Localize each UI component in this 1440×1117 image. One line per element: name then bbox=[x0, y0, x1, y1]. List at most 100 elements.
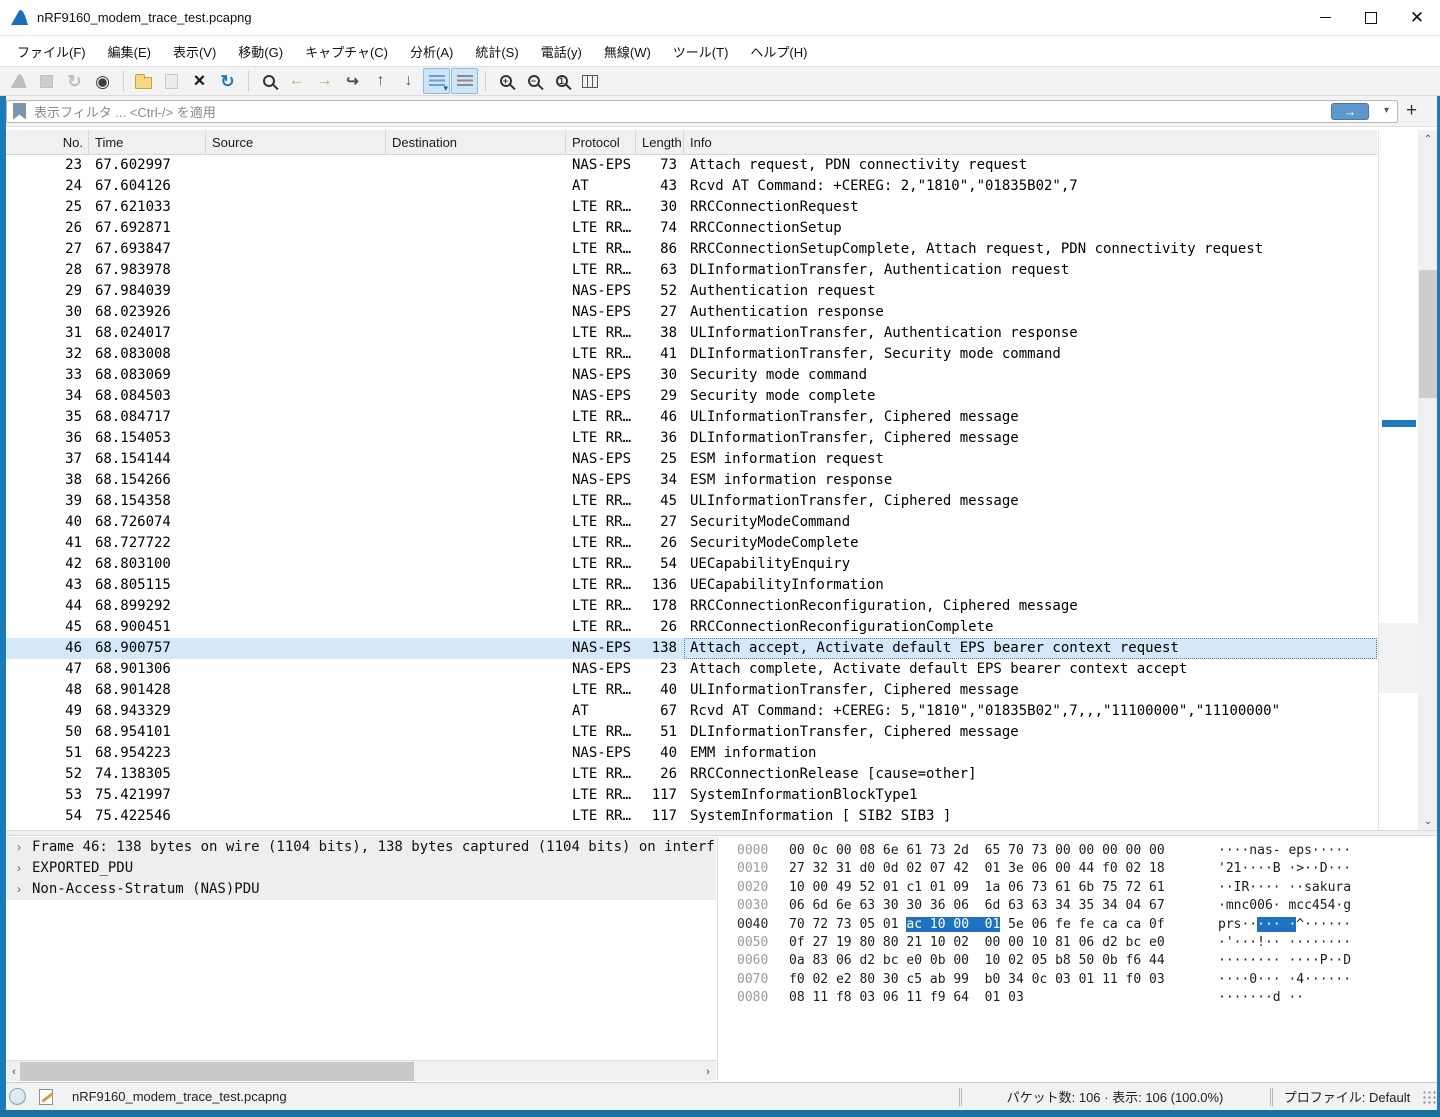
packet-row[interactable]: 4868.901428LTE RR…40ULInformationTransfe… bbox=[6, 680, 1377, 701]
packet-row[interactable]: 3668.154053LTE RR…36DLInformationTransfe… bbox=[6, 428, 1377, 449]
packet-row[interactable]: 5274.138305LTE RR…26RRCConnectionRelease… bbox=[6, 764, 1377, 785]
packet-row[interactable]: 4268.803100LTE RR…54UECapabilityEnquiry bbox=[6, 554, 1377, 575]
menu-item-telephony[interactable]: 電話(y) bbox=[530, 37, 593, 66]
menu-item-help[interactable]: ヘルプ(H) bbox=[739, 37, 818, 66]
scroll-up-icon[interactable]: ⌃ bbox=[1418, 130, 1438, 148]
open-file-icon[interactable] bbox=[130, 68, 157, 94]
expand-chevron-icon[interactable]: › bbox=[6, 837, 32, 858]
packet-row[interactable]: 3368.083069NAS-EPS30Security mode comman… bbox=[6, 365, 1377, 386]
packet-row[interactable]: 4068.726074LTE RR…27SecurityModeCommand bbox=[6, 512, 1377, 533]
packet-row[interactable]: 2667.692871LTE RR…74RRCConnectionSetup bbox=[6, 218, 1377, 239]
colorize-icon[interactable] bbox=[451, 68, 478, 94]
column-header-info[interactable]: Info bbox=[684, 130, 1377, 154]
hex-row[interactable]: 002010 00 49 52 01 c1 01 09 1a 06 73 61 … bbox=[737, 879, 1434, 897]
column-header-source[interactable]: Source bbox=[206, 130, 386, 154]
expert-info-icon[interactable] bbox=[9, 1088, 26, 1105]
filter-dropdown-icon[interactable]: ▾ bbox=[1384, 105, 1389, 116]
packet-row[interactable]: 3768.154144NAS-EPS25ESM information requ… bbox=[6, 449, 1377, 470]
column-header-time[interactable]: Time bbox=[89, 130, 206, 154]
autoscroll-icon[interactable] bbox=[423, 68, 450, 94]
capture-options-icon[interactable]: ◉ bbox=[89, 68, 116, 94]
profile-text[interactable]: プロファイル: Default bbox=[1272, 1087, 1422, 1106]
menu-item-capture[interactable]: キャプチャ(C) bbox=[294, 37, 399, 66]
menu-item-view[interactable]: 表示(V) bbox=[162, 37, 227, 66]
packet-row[interactable]: 5068.954101LTE RR…51DLInformationTransfe… bbox=[6, 722, 1377, 743]
menu-item-file[interactable]: ファイル(F) bbox=[6, 37, 97, 66]
menu-item-go[interactable]: 移動(G) bbox=[227, 37, 294, 66]
filter-bookmark-icon[interactable] bbox=[13, 103, 26, 120]
zoom-in-icon[interactable]: + bbox=[492, 68, 519, 94]
go-top-icon[interactable]: ↑ bbox=[367, 68, 394, 94]
scrollbar-thumb[interactable] bbox=[1419, 270, 1437, 398]
menu-item-wireless[interactable]: 無線(W) bbox=[593, 37, 662, 66]
packet-row[interactable]: 4668.900757NAS-EPS138Attach accept, Acti… bbox=[6, 638, 1377, 659]
packet-row[interactable]: 4768.901306NAS-EPS23Attach complete, Act… bbox=[6, 659, 1377, 680]
intelligent-scrollbar-minimap[interactable] bbox=[1378, 130, 1418, 830]
menu-item-analyze[interactable]: 分析(A) bbox=[399, 37, 464, 66]
packet-row[interactable]: 3268.083008LTE RR…41DLInformationTransfe… bbox=[6, 344, 1377, 365]
packet-list-vertical-scrollbar[interactable]: ⌃ ⌄ bbox=[1418, 130, 1438, 830]
pane-splitter[interactable] bbox=[0, 830, 1440, 836]
find-packet-icon[interactable] bbox=[255, 68, 282, 94]
packet-row[interactable]: 2467.604126AT43Rcvd AT Command: +CEREG: … bbox=[6, 176, 1377, 197]
resize-grip[interactable] bbox=[1422, 1090, 1436, 1104]
packet-row[interactable]: 3868.154266NAS-EPS34ESM information resp… bbox=[6, 470, 1377, 491]
menu-item-edit[interactable]: 編集(E) bbox=[97, 37, 162, 66]
packet-row[interactable]: 3568.084717LTE RR…46ULInformationTransfe… bbox=[6, 407, 1377, 428]
scroll-right-icon[interactable]: › bbox=[700, 1061, 716, 1082]
reload-file-icon[interactable]: ↻ bbox=[214, 68, 241, 94]
packet-row[interactable]: 2867.983978LTE RR…63DLInformationTransfe… bbox=[6, 260, 1377, 281]
packet-row[interactable]: 2967.984039NAS-EPS52Authentication reque… bbox=[6, 281, 1377, 302]
packet-row[interactable]: 4968.943329AT67Rcvd AT Command: +CEREG: … bbox=[6, 701, 1377, 722]
scroll-down-icon[interactable]: ⌄ bbox=[1418, 812, 1438, 830]
packet-row[interactable]: 4368.805115LTE RR…136UECapabilityInforma… bbox=[6, 575, 1377, 596]
capture-comment-icon[interactable] bbox=[39, 1089, 53, 1105]
column-header-protocol[interactable]: Protocol bbox=[566, 130, 636, 154]
hscrollbar-thumb[interactable] bbox=[20, 1062, 414, 1081]
menu-item-tools[interactable]: ツール(T) bbox=[662, 37, 740, 66]
packet-row[interactable]: 5375.421997LTE RR…117SystemInformationBl… bbox=[6, 785, 1377, 806]
packet-row[interactable]: 2367.602997NAS-EPS73Attach request, PDN … bbox=[6, 155, 1377, 176]
hex-row[interactable]: 001027 32 31 d0 0d 02 07 42 01 3e 06 00 … bbox=[737, 860, 1434, 878]
hex-row[interactable]: 00600a 83 06 d2 bc e0 0b 00 10 02 05 b8 … bbox=[737, 952, 1434, 970]
maximize-button[interactable] bbox=[1348, 0, 1394, 36]
packet-row[interactable]: 5168.954223NAS-EPS40EMM information bbox=[6, 743, 1377, 764]
detail-tree-row[interactable]: ›Frame 46: 138 bytes on wire (1104 bits)… bbox=[6, 837, 716, 858]
add-filter-button[interactable]: + bbox=[1406, 100, 1417, 122]
hex-row[interactable]: 003006 6d 6e 63 30 30 36 06 6d 63 63 34 … bbox=[737, 897, 1434, 915]
column-header-no[interactable]: No. bbox=[6, 130, 89, 154]
hex-row[interactable]: 00500f 27 19 80 80 21 10 02 00 00 10 81 … bbox=[737, 934, 1434, 952]
packet-row[interactable]: 3168.024017LTE RR…38ULInformationTransfe… bbox=[6, 323, 1377, 344]
column-header-destination[interactable]: Destination bbox=[386, 130, 566, 154]
hex-row[interactable]: 008008 11 f8 03 06 11 f9 64 01 03·······… bbox=[737, 989, 1434, 1007]
packet-row[interactable]: 5475.422546LTE RR…117SystemInformation [… bbox=[6, 806, 1377, 827]
apply-filter-button[interactable]: → bbox=[1331, 103, 1369, 120]
go-bottom-icon[interactable]: ↓ bbox=[395, 68, 422, 94]
resize-columns-icon[interactable] bbox=[576, 68, 603, 94]
detail-tree-row[interactable]: ›Non-Access-Stratum (NAS)PDU bbox=[6, 879, 716, 900]
menu-item-statistics[interactable]: 統計(S) bbox=[464, 37, 529, 66]
packet-row[interactable]: 4468.899292LTE RR…178RRCConnectionReconf… bbox=[6, 596, 1377, 617]
expand-chevron-icon[interactable]: › bbox=[6, 858, 32, 879]
go-back-icon[interactable]: ← bbox=[283, 68, 310, 94]
details-horizontal-scrollbar[interactable]: ‹ › bbox=[6, 1060, 716, 1081]
zoom-100-icon[interactable]: 1 bbox=[548, 68, 575, 94]
go-to-packet-icon[interactable]: ↪ bbox=[339, 68, 366, 94]
column-header-length[interactable]: Length bbox=[636, 130, 684, 154]
packet-row[interactable]: 3968.154358LTE RR…45ULInformationTransfe… bbox=[6, 491, 1377, 512]
detail-tree-row[interactable]: ›EXPORTED_PDU bbox=[6, 858, 716, 879]
close-file-icon[interactable]: × bbox=[186, 68, 213, 94]
expand-chevron-icon[interactable]: › bbox=[6, 879, 32, 900]
minimize-button[interactable] bbox=[1302, 0, 1348, 36]
go-forward-icon[interactable]: → bbox=[311, 68, 338, 94]
zoom-out-icon[interactable]: − bbox=[520, 68, 547, 94]
packet-row[interactable]: 3068.023926NAS-EPS27Authentication respo… bbox=[6, 302, 1377, 323]
hex-row[interactable]: 000000 0c 00 08 6e 61 73 2d 65 70 73 00 … bbox=[737, 842, 1434, 860]
display-filter-input[interactable]: 表示フィルタ ... <Ctrl-/> を適用 → ▾ bbox=[6, 100, 1398, 123]
hex-row[interactable]: 004070 72 73 05 01 ac 10 00 01 5e 06 fe … bbox=[737, 916, 1434, 934]
close-button[interactable]: ✕ bbox=[1394, 0, 1440, 36]
hex-row[interactable]: 0070f0 02 e2 80 30 c5 ab 99 b0 34 0c 03 … bbox=[737, 971, 1434, 989]
packet-row[interactable]: 4568.900451LTE RR…26RRCConnectionReconfi… bbox=[6, 617, 1377, 638]
packet-row[interactable]: 3468.084503NAS-EPS29Security mode comple… bbox=[6, 386, 1377, 407]
packet-row[interactable]: 2767.693847LTE RR…86RRCConnectionSetupCo… bbox=[6, 239, 1377, 260]
